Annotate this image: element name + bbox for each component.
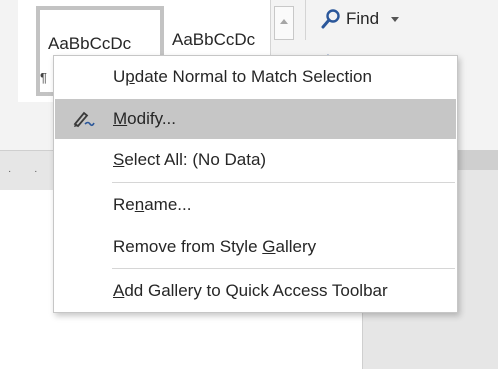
menu-item-select-all[interactable]: Select All: (No Data) (55, 140, 456, 180)
ruler-marks: · · (8, 166, 48, 177)
menu-item-rename[interactable]: Rename... (55, 185, 456, 225)
menu-separator (112, 268, 455, 269)
find-label: Find (346, 9, 380, 28)
menu-item-remove-from-gallery[interactable]: Remove from Style Gallery (55, 227, 456, 267)
menu-item-add-to-quick-access[interactable]: Add Gallery to Quick Access Toolbar (55, 271, 456, 311)
menu-item-label: Remove from Style Gallery (113, 237, 317, 256)
menu-item-label: Update Normal to Match Selection (113, 67, 372, 86)
menu-item-label: Rename... (113, 195, 192, 214)
paragraph-mark-icon: ¶ (40, 70, 47, 85)
menu-item-modify[interactable]: Modify... (55, 99, 456, 139)
search-icon (320, 8, 342, 30)
modify-pen-icon (71, 109, 95, 129)
gallery-scroll-up-button[interactable] (274, 6, 294, 40)
find-button[interactable]: Find (320, 6, 400, 32)
menu-item-label: Modify... (113, 109, 176, 128)
style-sample-text: AaBbCcDc (172, 30, 256, 49)
style-context-menu: Update Normal to Match Selection Modify.… (53, 55, 458, 313)
menu-item-label: Add Gallery to Quick Access Toolbar (113, 281, 388, 300)
group-divider (305, 0, 306, 40)
menu-separator (112, 182, 455, 183)
chevron-down-icon[interactable] (391, 16, 400, 22)
menu-item-update-normal[interactable]: Update Normal to Match Selection (55, 57, 456, 97)
menu-item-label: Select All: (No Data) (113, 150, 267, 169)
style-sample-text: AaBbCcDc (48, 34, 132, 53)
